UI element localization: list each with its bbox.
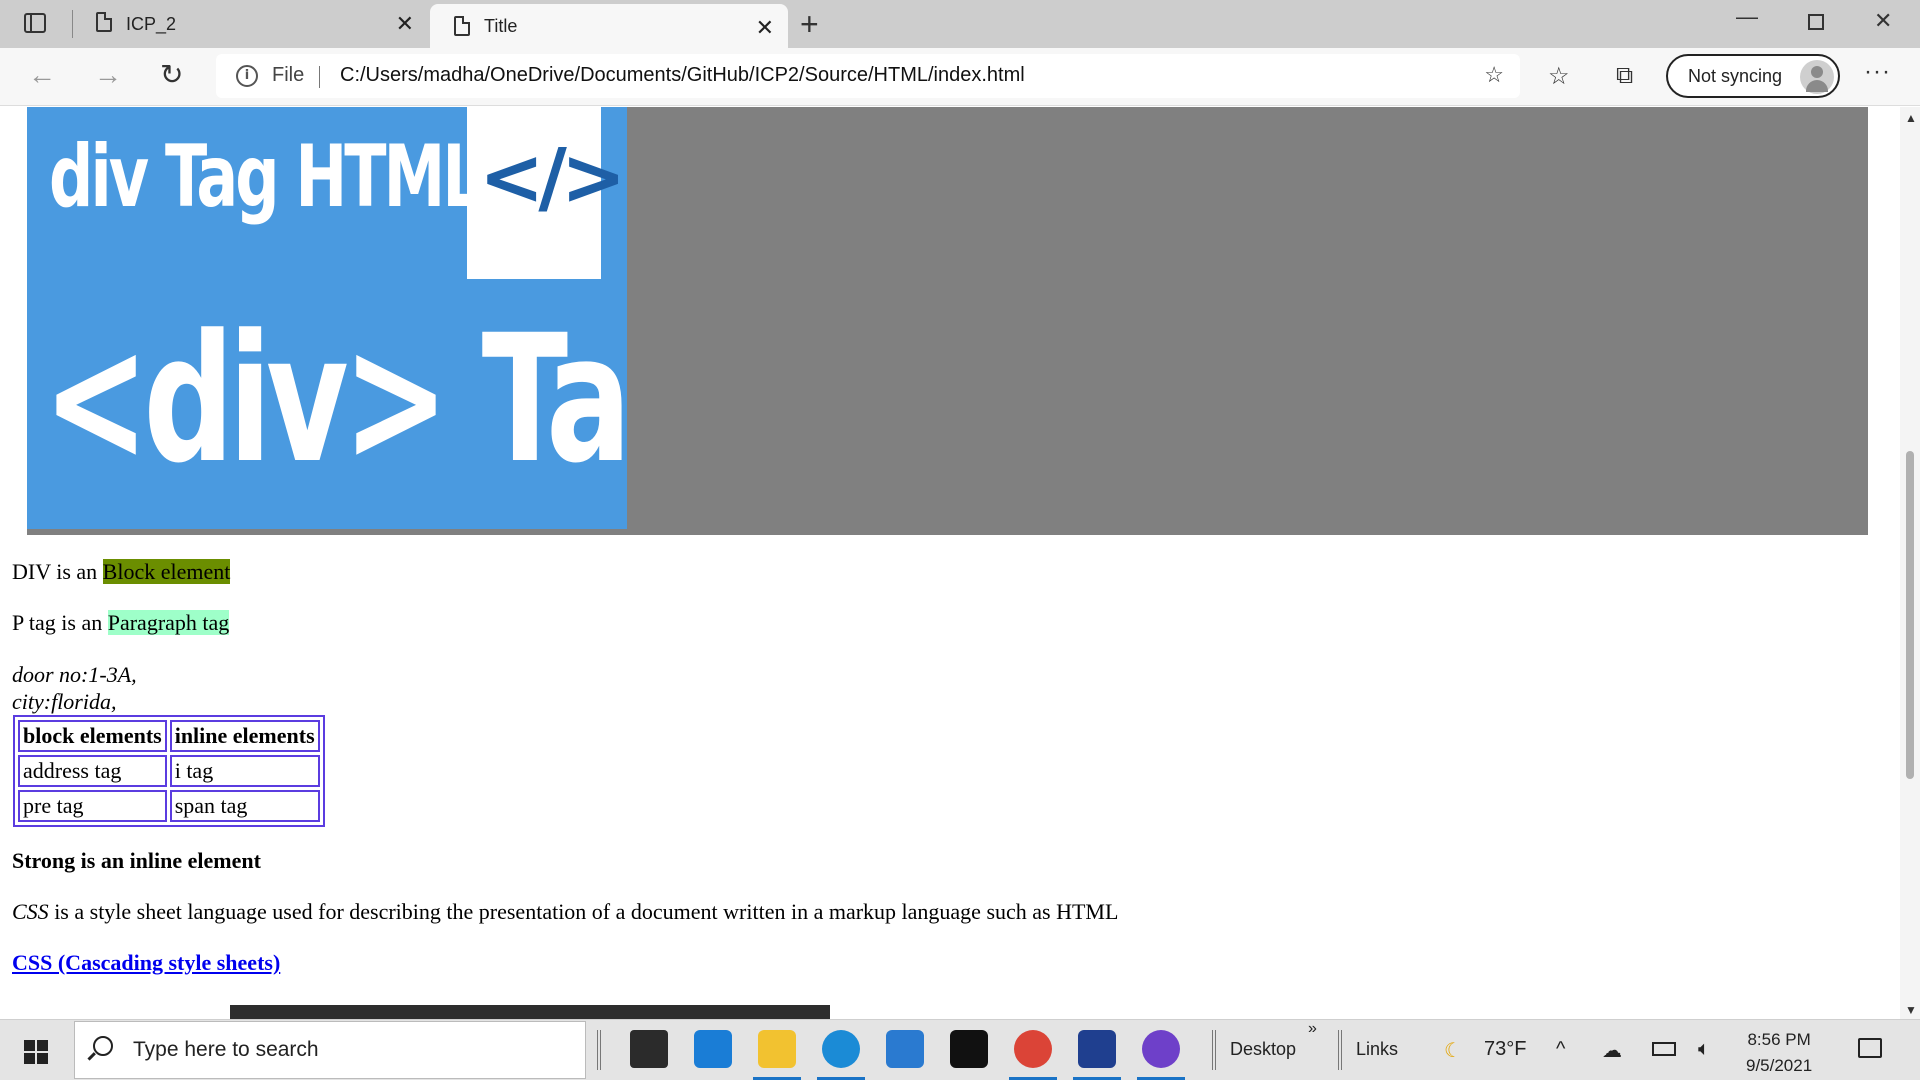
file-explorer-icon[interactable]: [758, 1030, 796, 1068]
css-description: is a style sheet language used for descr…: [48, 899, 1119, 924]
table-header-row: block elements inline elements: [18, 720, 320, 752]
scheme-label: File: [272, 64, 305, 86]
links-toolbar-label[interactable]: Links: [1356, 1039, 1398, 1060]
table-row: address tag i tag: [18, 755, 320, 787]
show-hidden-icons-icon[interactable]: ^: [1556, 1038, 1565, 1061]
more-options-icon[interactable]: ···: [1864, 58, 1891, 86]
netflix-icon[interactable]: [950, 1030, 988, 1068]
close-icon[interactable]: ✕: [396, 12, 414, 36]
back-arrow-icon[interactable]: ←: [28, 60, 56, 90]
code-icon-box: </>: [467, 107, 626, 279]
address-line: city:florida,: [12, 689, 117, 714]
avatar: [1800, 60, 1834, 94]
desktop-toolbar-label[interactable]: Desktop: [1230, 1039, 1296, 1060]
window-close-icon[interactable]: ✕: [1874, 8, 1892, 34]
profile-sync-button[interactable]: Not syncing: [1666, 54, 1840, 98]
clock-date: 9/5/2021: [1746, 1056, 1813, 1075]
vertical-scrollbar[interactable]: ▲ ▼: [1900, 107, 1920, 1019]
div-paragraph: DIV is an Block element: [12, 559, 231, 585]
volume-icon[interactable]: 🔈︎: [1698, 1038, 1710, 1061]
css-link-line: CSS (Cascading style sheets): [12, 950, 280, 976]
system-clock[interactable]: 8:56 PM 9/5/2021: [1746, 1027, 1812, 1079]
page-icon: [454, 16, 470, 36]
css-paragraph: CSS is a style sheet language used for d…: [12, 899, 1118, 925]
collections-icon[interactable]: ⧉: [1616, 62, 1633, 90]
image-text-line2: <div> Tag: [43, 297, 627, 502]
search-placeholder: Type here to search: [133, 1038, 319, 1061]
outlook-icon[interactable]: [694, 1030, 732, 1068]
close-icon[interactable]: ✕: [756, 16, 774, 40]
taskbar: Type here to search Desktop » Links ☾ 73…: [0, 1019, 1920, 1080]
address-block: door no:1-3A, city:florida,: [12, 661, 137, 715]
p-line-prefix: P tag is an: [12, 610, 108, 635]
search-icon: [93, 1036, 113, 1056]
p-paragraph: P tag is an Paragraph tag: [12, 610, 230, 636]
store-icon[interactable]: [630, 1030, 668, 1068]
add-favorite-icon[interactable]: ☆: [1484, 62, 1504, 88]
taskbar-divider: [1212, 1030, 1216, 1070]
tab-strip: ICP_2 ✕ Title ✕ + — ✕: [0, 0, 1920, 48]
table-cell: span tag: [169, 790, 320, 822]
table-row: pre tag span tag: [18, 790, 320, 822]
tab-title: ICP_2: [126, 13, 177, 34]
screen: ICP_2 ✕ Title ✕ + — ✕ ← → ↻ i File C:/Us…: [0, 0, 1920, 1080]
forward-arrow-icon[interactable]: →: [94, 60, 122, 90]
new-tab-icon[interactable]: +: [800, 8, 819, 40]
code-icon: </>: [479, 133, 626, 223]
css-link[interactable]: CSS (Cascading style sheets): [12, 950, 280, 975]
refresh-icon[interactable]: ↻: [160, 60, 183, 90]
clock-time: 8:56 PM: [1747, 1030, 1811, 1049]
scroll-down-icon[interactable]: ▼: [1905, 1003, 1917, 1017]
webstorm-icon[interactable]: [1078, 1030, 1116, 1068]
info-icon[interactable]: i: [236, 65, 258, 87]
scroll-up-icon[interactable]: ▲: [1905, 111, 1917, 125]
windows-start-icon[interactable]: [24, 1040, 48, 1064]
table-cell: address tag: [18, 755, 167, 787]
battery-icon[interactable]: [1652, 1042, 1676, 1056]
table-cell: i tag: [169, 755, 320, 787]
dark-element-partial: [230, 1005, 830, 1019]
tab-icp2[interactable]: ICP_2 ✕: [72, 0, 428, 48]
page-icon: [96, 12, 112, 32]
css-emphasis: CSS: [12, 899, 49, 924]
address-line: door no:1-3A,: [12, 662, 137, 687]
tab-actions-icon[interactable]: [24, 13, 46, 33]
image-text-line1: div Tag HTML: [49, 127, 482, 227]
browser-toolbar: ← → ↻ i File C:/Users/madha/OneDrive/Doc…: [0, 48, 1920, 106]
elements-table: block elements inline elements address t…: [13, 715, 325, 827]
taskbar-divider: [1338, 1030, 1342, 1070]
tab-title: Title: [484, 15, 518, 36]
github-desktop-icon[interactable]: [1142, 1030, 1180, 1068]
sync-label: Not syncing: [1688, 66, 1783, 86]
scroll-thumb[interactable]: [1906, 451, 1914, 779]
strong-text: Strong is an inline element: [12, 848, 261, 873]
minimize-icon[interactable]: —: [1736, 4, 1758, 30]
block-element-highlight: Block element: [102, 559, 231, 584]
tab-title-active[interactable]: Title ✕: [430, 4, 788, 48]
weather-moon-icon[interactable]: ☾: [1444, 1038, 1462, 1063]
onedrive-cloud-icon[interactable]: ☁: [1602, 1038, 1622, 1063]
edge-icon[interactable]: [822, 1030, 860, 1068]
table-header: block elements: [18, 720, 167, 752]
chrome-icon[interactable]: [1014, 1030, 1052, 1068]
table-header: inline elements: [169, 720, 320, 752]
mail-icon[interactable]: [886, 1030, 924, 1068]
toolbar-chevron-icon[interactable]: »: [1308, 1020, 1317, 1038]
weather-temperature[interactable]: 73°F: [1484, 1038, 1526, 1061]
taskbar-search[interactable]: Type here to search: [74, 1021, 586, 1079]
url-text[interactable]: C:/Users/madha/OneDrive/Documents/GitHub…: [340, 64, 1025, 87]
address-divider: [319, 66, 320, 88]
favorites-icon[interactable]: ☆: [1548, 62, 1570, 91]
div-line-prefix: DIV is an: [12, 559, 103, 584]
page-content: div Tag HTML </> <div> Tag DIV is an Blo…: [0, 107, 1900, 1019]
div-tag-html-image: div Tag HTML </> <div> Tag: [27, 107, 627, 529]
notifications-icon[interactable]: [1858, 1038, 1882, 1058]
taskbar-divider: [597, 1030, 601, 1070]
paragraph-tag-highlight: Paragraph tag: [107, 610, 230, 635]
table-cell: pre tag: [18, 790, 167, 822]
address-bar[interactable]: i File C:/Users/madha/OneDrive/Documents…: [216, 54, 1520, 98]
maximize-icon[interactable]: [1808, 14, 1824, 30]
